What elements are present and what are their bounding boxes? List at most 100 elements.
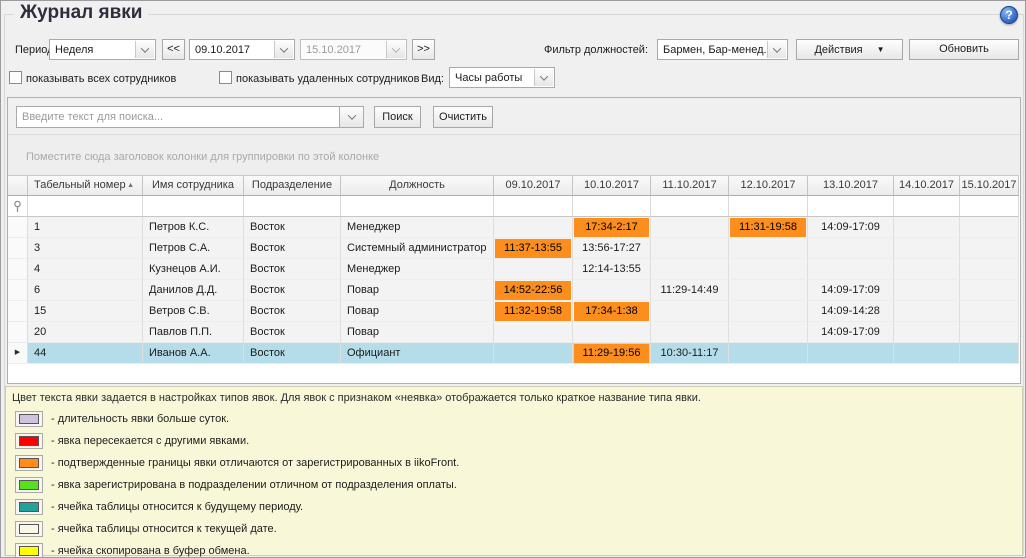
column-header-9[interactable]: 13.10.2017 — [808, 176, 894, 196]
attendance-cell[interactable] — [808, 343, 894, 364]
filter-cell-11[interactable] — [960, 196, 1019, 217]
department-cell[interactable]: Восток — [244, 301, 341, 322]
period-select[interactable]: Неделя — [49, 39, 156, 60]
attendance-cell[interactable] — [729, 322, 808, 343]
employee-number-cell[interactable]: 6 — [28, 280, 143, 301]
attendance-cell[interactable]: 17:34-2:17 — [573, 217, 651, 238]
attendance-cell[interactable] — [729, 238, 808, 259]
column-header-8[interactable]: 12.10.2017 — [729, 176, 808, 196]
attendance-cell[interactable] — [808, 238, 894, 259]
attendance-cell[interactable]: 13:56-17:27 — [573, 238, 651, 259]
employee-name-cell[interactable]: Ветров С.В. — [143, 301, 244, 322]
employee-number-cell[interactable]: 15 — [28, 301, 143, 322]
department-cell[interactable]: Восток — [244, 238, 341, 259]
attendance-cell[interactable]: 11:29-14:49 — [651, 280, 729, 301]
attendance-cell[interactable] — [729, 259, 808, 280]
chevron-down-icon[interactable] — [274, 41, 293, 58]
table-row[interactable]: 1Петров К.С.ВостокМенеджер17:34-2:1711:3… — [8, 217, 1019, 238]
search-button[interactable]: Поиск — [374, 106, 421, 128]
position-cell[interactable]: Повар — [341, 280, 494, 301]
attendance-cell[interactable] — [960, 259, 1019, 280]
help-icon[interactable]: ? — [1000, 6, 1018, 24]
date-to-select[interactable]: 15.10.2017 — [300, 39, 407, 60]
employee-number-cell[interactable]: 3 — [28, 238, 143, 259]
attendance-cell[interactable] — [494, 322, 573, 343]
attendance-cell[interactable] — [808, 259, 894, 280]
next-period-button[interactable]: >> — [412, 39, 435, 60]
column-header-5[interactable]: 09.10.2017 — [494, 176, 573, 196]
employee-number-cell[interactable]: 44 — [28, 343, 143, 364]
column-header-1[interactable]: Табельный номер▲ — [28, 176, 143, 196]
attendance-cell[interactable]: 10:30-11:17 — [651, 343, 729, 364]
attendance-cell[interactable] — [894, 343, 960, 364]
employee-name-cell[interactable]: Павлов П.П. — [143, 322, 244, 343]
attendance-cell[interactable] — [960, 322, 1019, 343]
attendance-cell[interactable]: 11:29-19:56 — [573, 343, 651, 364]
attendance-cell[interactable] — [494, 343, 573, 364]
attendance-cell[interactable]: 14:52-22:56 — [494, 280, 573, 301]
employee-name-cell[interactable]: Кузнецов А.И. — [143, 259, 244, 280]
attendance-cell[interactable] — [894, 259, 960, 280]
filter-cell-10[interactable] — [894, 196, 960, 217]
row-selector-cell[interactable] — [8, 322, 28, 343]
position-cell[interactable]: Повар — [341, 301, 494, 322]
attendance-cell[interactable]: 11:37-13:55 — [494, 238, 573, 259]
table-row[interactable]: 6Данилов Д.Д.ВостокПовар14:52-22:56 11:29… — [8, 280, 1019, 301]
filter-cell-1[interactable] — [28, 196, 143, 217]
table-row[interactable]: 3Петров С.А.ВостокСистемный администрато… — [8, 238, 1019, 259]
attendance-cell[interactable] — [651, 322, 729, 343]
search-history-dropdown-button[interactable] — [339, 106, 364, 128]
row-selector-cell[interactable] — [8, 280, 28, 301]
employee-number-cell[interactable]: 4 — [28, 259, 143, 280]
show-deleted-employees-checkbox[interactable] — [219, 71, 232, 84]
attendance-cell[interactable] — [729, 343, 808, 364]
attendance-cell[interactable] — [729, 301, 808, 322]
filter-cell-8[interactable] — [729, 196, 808, 217]
attendance-cell[interactable] — [494, 217, 573, 238]
filter-cell-9[interactable] — [808, 196, 894, 217]
clear-button[interactable]: Очистить — [433, 106, 493, 128]
attendance-cell[interactable] — [894, 322, 960, 343]
column-header-2[interactable]: Имя сотрудника — [143, 176, 244, 196]
column-header-6[interactable]: 10.10.2017 — [573, 176, 651, 196]
attendance-cell[interactable] — [960, 343, 1019, 364]
employee-name-cell[interactable]: Петров С.А. — [143, 238, 244, 259]
show-deleted-employees-label[interactable]: показывать удаленных сотрудников — [236, 73, 420, 85]
position-cell[interactable]: Менеджер — [341, 259, 494, 280]
attendance-cell[interactable] — [651, 217, 729, 238]
actions-button[interactable]: Действия ▼ — [796, 39, 903, 60]
column-header-3[interactable]: Подразделение — [244, 176, 341, 196]
row-selector-cell[interactable] — [8, 217, 28, 238]
attendance-cell[interactable] — [573, 280, 651, 301]
filter-cell-3[interactable] — [244, 196, 341, 217]
attendance-cell[interactable] — [894, 301, 960, 322]
column-header-11[interactable]: 15.10.2017 — [960, 176, 1019, 196]
table-row[interactable]: ▶44Иванов А.А.ВостокОфициант11:29-19:561… — [8, 343, 1019, 364]
show-all-employees-label[interactable]: показывать всех сотрудников — [26, 73, 176, 85]
attendance-cell[interactable] — [960, 280, 1019, 301]
department-cell[interactable]: Восток — [244, 322, 341, 343]
employee-name-cell[interactable]: Данилов Д.Д. — [143, 280, 244, 301]
position-cell[interactable]: Менеджер — [341, 217, 494, 238]
filter-cell-7[interactable] — [651, 196, 729, 217]
attendance-cell[interactable] — [573, 322, 651, 343]
attendance-cell[interactable] — [960, 217, 1019, 238]
date-from-select[interactable]: 09.10.2017 — [189, 39, 295, 60]
attendance-cell[interactable]: 11:31-19:58 — [729, 217, 808, 238]
show-all-employees-checkbox[interactable] — [9, 71, 22, 84]
refresh-button[interactable]: Обновить — [909, 39, 1019, 60]
attendance-cell[interactable] — [894, 217, 960, 238]
attendance-cell[interactable] — [960, 238, 1019, 259]
position-cell[interactable]: Официант — [341, 343, 494, 364]
search-input[interactable] — [16, 106, 340, 128]
attendance-cell[interactable]: 14:09-17:09 — [808, 322, 894, 343]
attendance-cell[interactable]: 12:14-13:55 — [573, 259, 651, 280]
filter-cell-6[interactable] — [573, 196, 651, 217]
attendance-cell[interactable] — [894, 280, 960, 301]
view-select[interactable]: Часы работы — [449, 67, 555, 88]
attendance-cell[interactable] — [960, 301, 1019, 322]
department-cell[interactable]: Восток — [244, 343, 341, 364]
column-header-7[interactable]: 11.10.2017 — [651, 176, 729, 196]
filter-cell-5[interactable] — [494, 196, 573, 217]
department-cell[interactable]: Восток — [244, 280, 341, 301]
